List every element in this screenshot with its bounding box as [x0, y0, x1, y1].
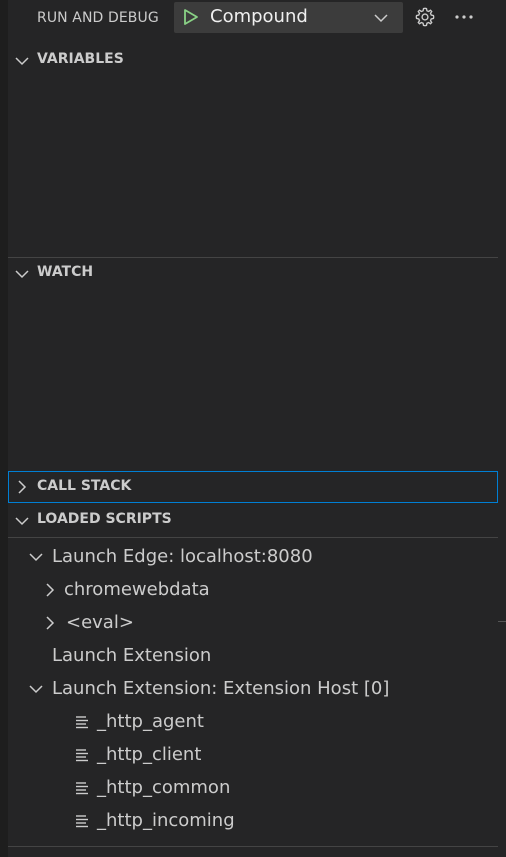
tree-item-launch-extension[interactable]: Launch Extension: [8, 639, 498, 672]
tree-item-label: Launch Extension: Extension Host [0]: [52, 678, 390, 699]
gear-icon[interactable]: [414, 6, 436, 28]
watch-section-title: WATCH: [37, 264, 94, 280]
tree-item-http-agent[interactable]: _http_agent: [8, 705, 498, 738]
run-and-debug-sidebar: RUN AND DEBUG Compound VARIABLES WATCH C…: [0, 0, 506, 857]
play-icon[interactable]: [182, 8, 200, 26]
tree-item-label: _http_agent: [97, 711, 204, 732]
tree-item-launch-edge[interactable]: Launch Edge: localhost:8080: [8, 540, 498, 573]
tree-item-label: Launch Edge: localhost:8080: [52, 546, 313, 567]
variables-section-header[interactable]: VARIABLES: [8, 45, 498, 75]
chevron-right-icon[interactable]: [42, 615, 58, 631]
loaded-scripts-section-title: LOADED SCRIPTS: [37, 511, 172, 527]
chevron-down-icon[interactable]: [28, 549, 44, 565]
scrollbar-marker: [498, 621, 506, 622]
view-title: RUN AND DEBUG: [37, 10, 159, 26]
section-divider: [8, 846, 498, 847]
chevron-down-icon: [15, 57, 29, 66]
loaded-scripts-section-header[interactable]: LOADED SCRIPTS: [8, 505, 498, 535]
tree-item-label: _http_client: [97, 744, 202, 765]
tree-item-http-client[interactable]: _http_client: [8, 738, 498, 771]
tree-item-label: _http_common: [97, 777, 231, 798]
tree-item-extension-host[interactable]: Launch Extension: Extension Host [0]: [8, 672, 498, 705]
ellipsis-icon[interactable]: [454, 14, 474, 20]
chevron-down-icon[interactable]: [373, 10, 389, 26]
tree-item-label: <eval>: [66, 612, 134, 633]
chevron-down-icon: [15, 517, 29, 526]
chevron-right-icon[interactable]: [42, 582, 58, 598]
call-stack-section-title: CALL STACK: [37, 478, 132, 494]
launch-configuration-dropdown[interactable]: Compound: [174, 2, 403, 33]
chevron-right-icon: [18, 480, 27, 494]
file-text-icon: [76, 749, 88, 762]
launch-configuration-name: Compound: [210, 6, 308, 27]
tree-item-label: _http_incoming: [97, 810, 235, 831]
file-text-icon: [76, 815, 88, 828]
tree-item-chromewebdata[interactable]: chromewebdata: [8, 573, 498, 606]
tree-item-http-incoming[interactable]: _http_incoming: [8, 804, 498, 837]
call-stack-section-header[interactable]: CALL STACK: [8, 471, 498, 503]
variables-section-title: VARIABLES: [37, 51, 124, 67]
file-text-icon: [76, 716, 88, 729]
run-and-debug-toolbar: RUN AND DEBUG Compound: [8, 0, 506, 36]
tree-item-eval[interactable]: <eval>: [8, 606, 498, 639]
file-text-icon: [76, 782, 88, 795]
watch-section-header[interactable]: WATCH: [8, 258, 498, 288]
tree-item-label: Launch Extension: [52, 645, 212, 666]
tree-item-http-common[interactable]: _http_common: [8, 771, 498, 804]
chevron-down-icon[interactable]: [28, 681, 44, 697]
tree-item-label: chromewebdata: [64, 579, 210, 600]
section-divider: [8, 537, 498, 538]
chevron-down-icon: [15, 270, 29, 279]
